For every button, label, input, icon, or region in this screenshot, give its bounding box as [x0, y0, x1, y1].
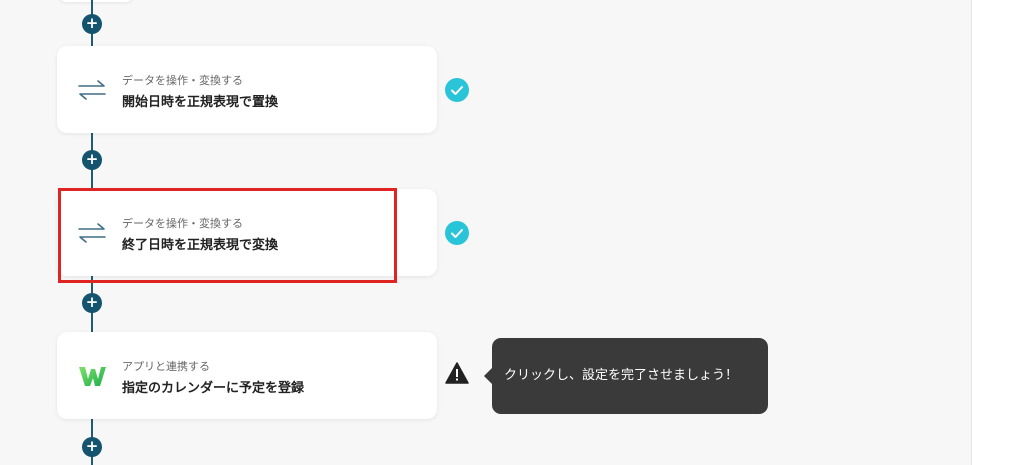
step-title: 指定のカレンダーに予定を登録 — [122, 381, 305, 396]
app-logo-w-icon — [79, 367, 106, 386]
completed-check-icon — [445, 221, 469, 245]
add-step-button[interactable]: + — [82, 293, 102, 313]
tooltip-arrow — [484, 368, 492, 384]
step-title: 開始日時を正規表現で置換 — [122, 95, 279, 110]
setup-hint-tooltip: クリックし、設定を完了させましょう！ — [492, 338, 768, 414]
step-title: 終了日時を正規表現で変換 — [122, 238, 279, 253]
swap-arrows-icon — [78, 223, 106, 243]
step-card-register-calendar-event[interactable]: アプリと連携する 指定のカレンダーに予定を登録 — [57, 332, 437, 419]
step-card-start-datetime-replace[interactable]: データを操作・変換する 開始日時を正規表現で置換 — [57, 46, 437, 133]
completed-check-icon — [445, 78, 469, 102]
add-step-button[interactable]: + — [82, 150, 102, 170]
step-category: データを操作・変換する — [122, 74, 243, 87]
step-category: アプリと連携する — [122, 360, 210, 373]
flow-canvas: + + + + データを操作・変換する 開始日時を正規表現で置換 データを操作・… — [0, 0, 971, 465]
warning-icon — [445, 362, 469, 384]
right-side-panel — [971, 0, 1018, 465]
add-step-button[interactable]: + — [82, 14, 102, 34]
previous-step-card[interactable] — [57, 0, 135, 2]
swap-arrows-icon — [78, 80, 106, 100]
step-card-end-datetime-convert[interactable]: データを操作・変換する 終了日時を正規表現で変換 — [57, 189, 437, 276]
step-category: データを操作・変換する — [122, 217, 243, 230]
add-step-button[interactable]: + — [82, 437, 102, 457]
